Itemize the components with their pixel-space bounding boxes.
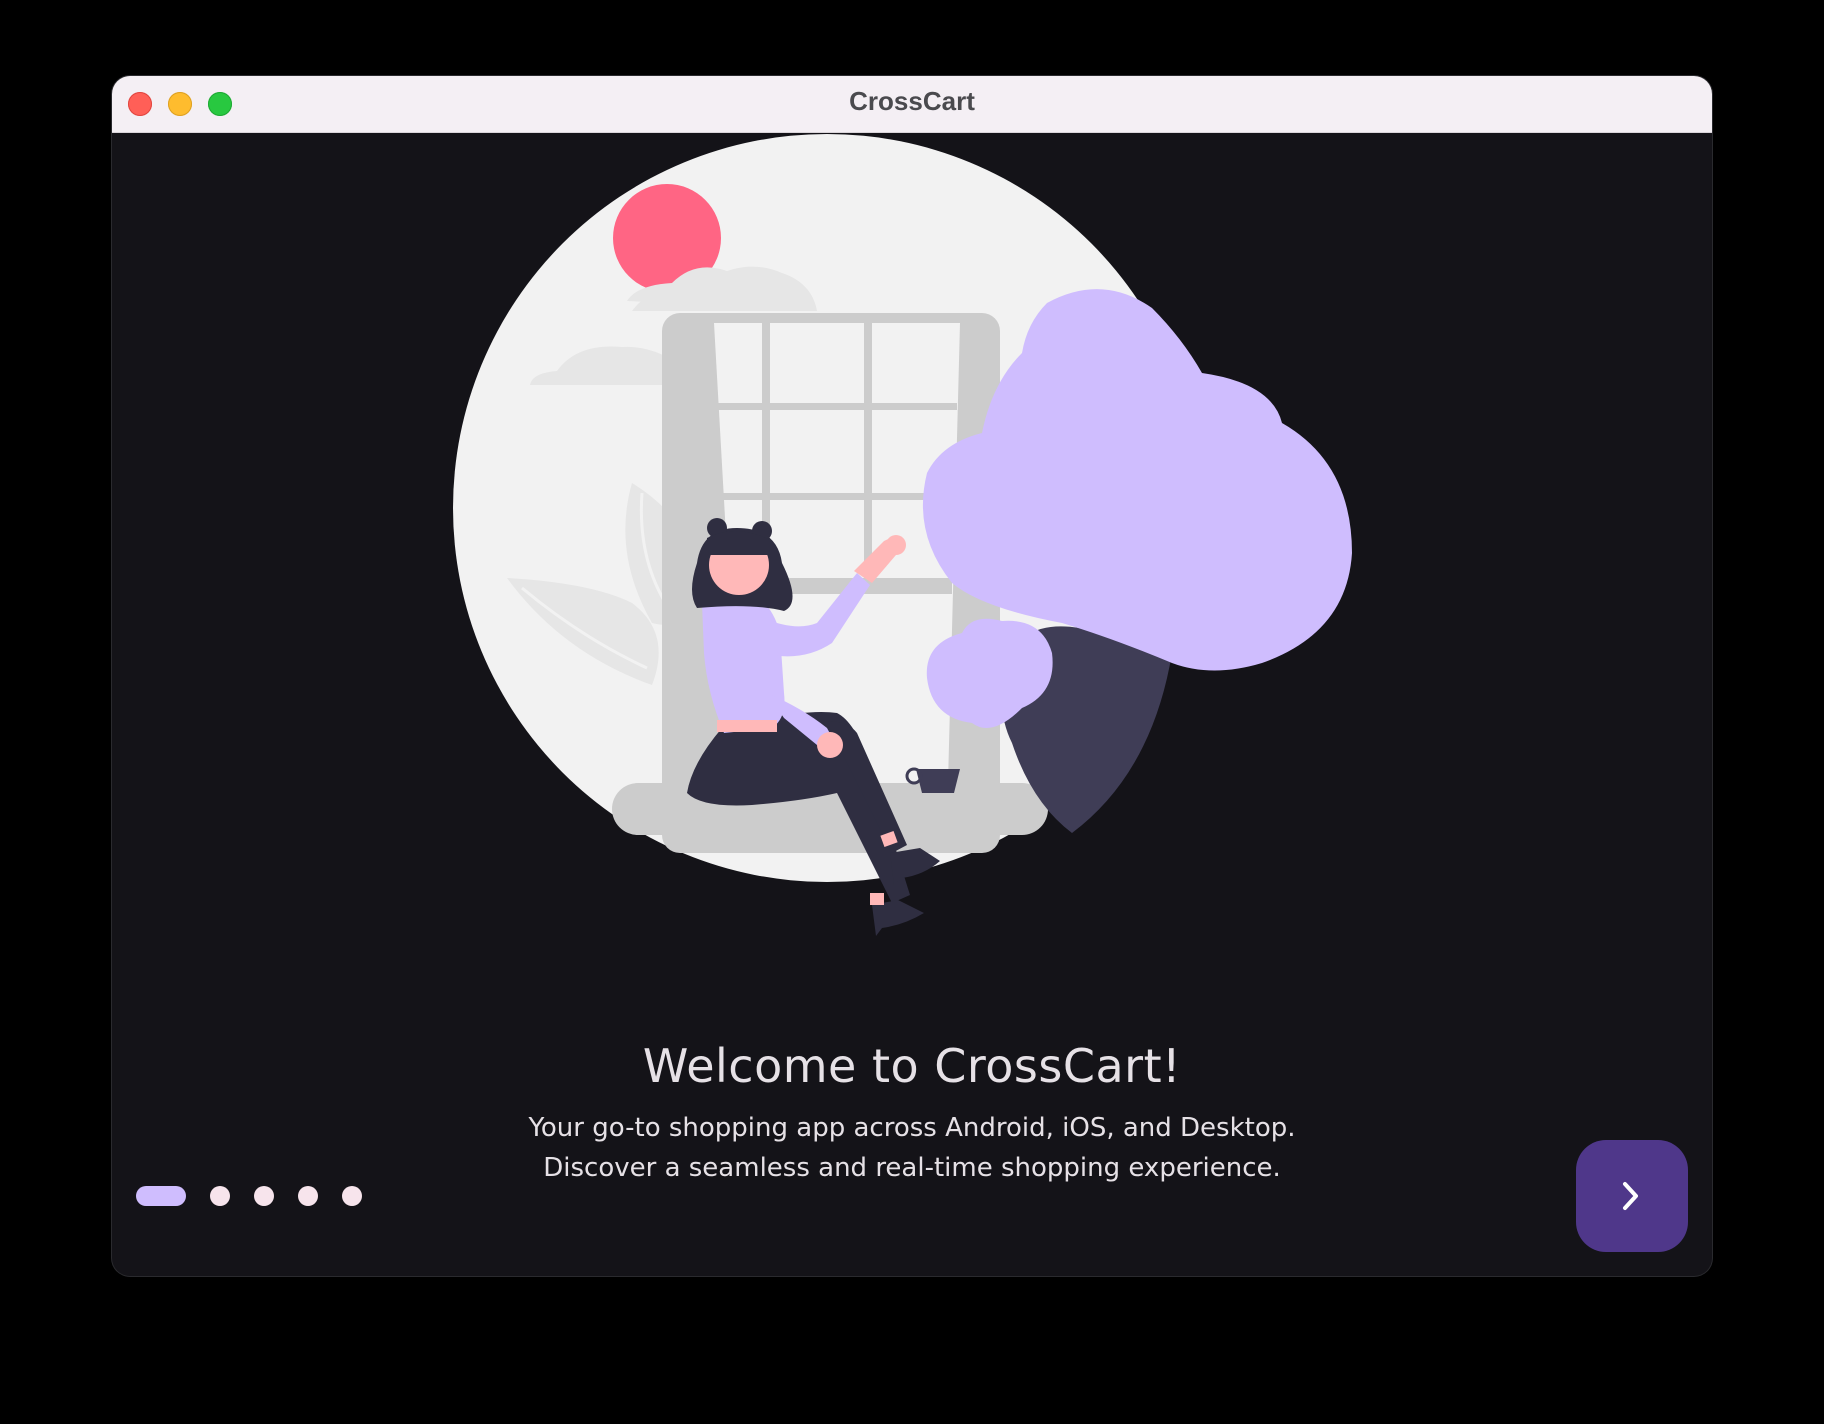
- onboarding-headline: Welcome to CrossCart!: [642, 1039, 1182, 1093]
- app-window: CrossCart Welcome to CrossCart! Your go-…: [112, 76, 1712, 1276]
- page-dot[interactable]: [210, 1186, 230, 1206]
- onboarding-description-line-2: Discover a seamless and real-time shoppi…: [543, 1153, 1281, 1183]
- onboarding-screen: Welcome to CrossCart! Your go-to shoppin…: [112, 133, 1712, 1276]
- onboarding-description-line-1: Your go-to shopping app across Android, …: [528, 1113, 1296, 1143]
- page-dot[interactable]: [254, 1186, 274, 1206]
- window-title: CrossCart: [849, 86, 975, 116]
- woman-sitting-at-window-illustration: [453, 134, 1352, 936]
- next-button[interactable]: [1576, 1140, 1688, 1252]
- title-bar[interactable]: CrossCart: [112, 76, 1712, 133]
- chevron-right-icon: [1623, 1182, 1638, 1210]
- page-dot[interactable]: [342, 1186, 362, 1206]
- page-dot-active[interactable]: [136, 1186, 186, 1206]
- page-dot[interactable]: [298, 1186, 318, 1206]
